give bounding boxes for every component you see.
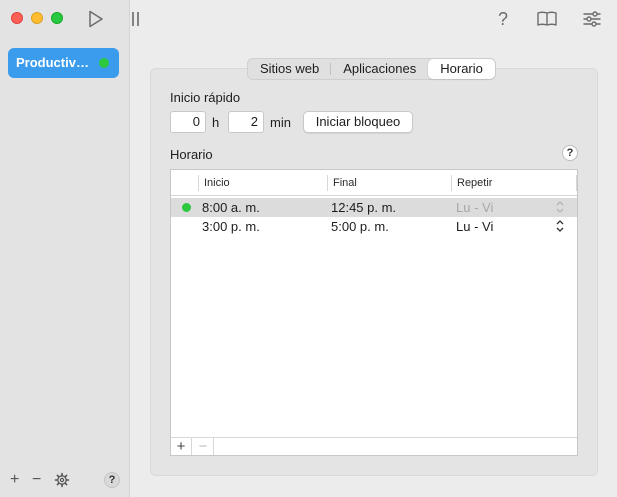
help-icon[interactable]: ? <box>493 9 513 29</box>
table-row[interactable]: 3:00 p. m. 5:00 p. m. Lu - Vi <box>171 217 577 236</box>
tab-aplicaciones[interactable]: Aplicaciones <box>331 59 428 79</box>
gear-icon[interactable] <box>54 472 70 488</box>
row-end-time[interactable]: 5:00 p. m. <box>331 217 389 236</box>
active-status-dot <box>182 203 191 212</box>
column-divider[interactable] <box>576 175 577 191</box>
remove-blocklist-button[interactable]: − <box>32 472 41 488</box>
play-icon[interactable] <box>86 9 106 29</box>
row-end-time[interactable]: 12:45 p. m. <box>331 198 396 217</box>
app-window: Productividad + − ? <box>0 0 617 497</box>
remove-schedule-button[interactable]: − <box>193 438 214 455</box>
row-start-time[interactable]: 8:00 a. m. <box>202 198 260 217</box>
zoom-window-button[interactable] <box>51 12 63 24</box>
settings-panel: Sitios web Aplicaciones Horario Inicio r… <box>150 58 598 476</box>
schedule-table: Inicio Final Repetir 8:00 a. m. 12:45 p.… <box>170 169 578 456</box>
table-header: Inicio Final Repetir <box>171 170 577 196</box>
table-footer: + − <box>171 437 577 455</box>
hours-unit: h <box>212 115 220 130</box>
row-repeat[interactable]: Lu - Vi <box>456 217 493 236</box>
chevron-updown-icon[interactable] <box>555 219 565 233</box>
row-repeat[interactable]: Lu - Vi <box>456 198 493 217</box>
sidebar-item-label: Productividad <box>16 55 92 70</box>
table-row[interactable]: 8:00 a. m. 12:45 p. m. Lu - Vi <box>171 198 577 217</box>
schedule-help-button[interactable]: ? <box>562 145 578 161</box>
add-schedule-button[interactable]: + <box>171 438 192 455</box>
toolbar: ? <box>89 0 617 38</box>
tab-bar: Sitios web Aplicaciones Horario <box>247 58 496 80</box>
sliders-icon[interactable] <box>582 9 602 29</box>
schedule-title: Horario <box>170 147 213 162</box>
minutes-unit: min <box>270 115 291 130</box>
sidebar-item-productividad[interactable]: Productividad <box>8 48 119 78</box>
minutes-field[interactable]: 2 <box>228 111 264 133</box>
row-start-time[interactable]: 3:00 p. m. <box>202 217 260 236</box>
book-icon[interactable] <box>536 9 557 29</box>
add-blocklist-button[interactable]: + <box>10 472 19 488</box>
pause-icon[interactable] <box>126 9 146 29</box>
quick-start-title: Inicio rápido <box>170 90 241 105</box>
sidebar-help-button[interactable]: ? <box>104 472 120 488</box>
tab-horario[interactable]: Horario <box>428 59 495 79</box>
start-block-button[interactable]: Iniciar bloqueo <box>303 111 413 133</box>
column-header-end[interactable]: Final <box>328 170 357 196</box>
minimize-window-button[interactable] <box>31 12 43 24</box>
status-dot <box>99 58 109 68</box>
tab-sitios-web[interactable]: Sitios web <box>248 59 332 79</box>
column-header-start[interactable]: Inicio <box>199 170 230 196</box>
close-window-button[interactable] <box>11 12 23 24</box>
column-header-repeat[interactable]: Repetir <box>452 170 492 196</box>
sidebar: Productividad + − ? <box>0 0 130 497</box>
main-content: Sitios web Aplicaciones Horario Inicio r… <box>131 38 617 497</box>
chevron-updown-icon[interactable] <box>555 200 565 214</box>
hours-field[interactable]: 0 <box>170 111 206 133</box>
